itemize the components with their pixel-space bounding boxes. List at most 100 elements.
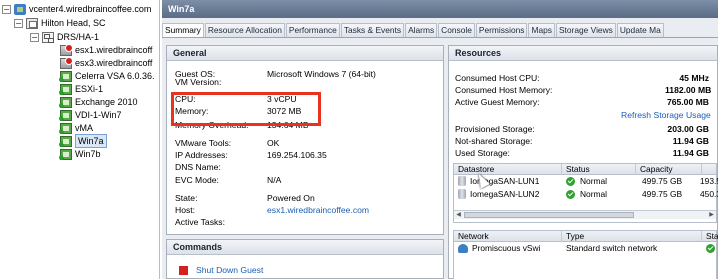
tree-node-vm[interactable]: Win7b	[59, 148, 101, 160]
datastore-capacity: 499.75 GB	[642, 176, 683, 186]
tab-update-manager[interactable]: Update Ma	[616, 23, 664, 37]
vmware-tools-value: OK	[267, 138, 280, 148]
vcenter-icon	[14, 3, 26, 15]
tree-label[interactable]: Exchange 2010	[75, 96, 138, 108]
datastore-status: Normal	[580, 189, 607, 199]
inventory-tree[interactable]: − vcenter4.wiredbraincoffee.com − Hilton…	[0, 0, 160, 279]
tab-resource-allocation[interactable]: Resource Allocation	[204, 23, 285, 37]
tab-tasks-events[interactable]: Tasks & Events	[340, 23, 405, 37]
tree-label[interactable]: vcenter4.wiredbraincoffee.com	[29, 3, 151, 15]
consumed-memory-label: Consumed Host Memory:	[455, 85, 553, 95]
ip-addresses-value: 169.254.106.35	[267, 150, 327, 160]
not-shared-storage-row: Not-shared Storage: 11.94 GB	[455, 136, 709, 147]
tree-label[interactable]: Celerra VSA 6.0.36.	[75, 70, 155, 82]
tree-node-vm[interactable]: ESXi-1	[59, 83, 103, 95]
used-storage-label: Used Storage:	[455, 148, 510, 158]
tree-node-vcenter[interactable]: − vcenter4.wiredbraincoffee.com	[2, 3, 151, 15]
cpu-memory-highlight-box	[171, 92, 321, 126]
host-warning-icon	[60, 56, 73, 69]
tree-label[interactable]: Win7a	[75, 134, 107, 148]
commands-heading: Commands	[167, 240, 443, 255]
tree-label[interactable]: Hilton Head, SC	[41, 17, 106, 29]
tree-node-host[interactable]: esx3.wiredbraincoff	[60, 56, 152, 69]
state-label: State:	[175, 193, 198, 203]
active-guest-memory-row: Active Guest Memory: 765.00 MB	[455, 97, 709, 108]
table-row[interactable]: IomegaSAN-LUN1 Normal 499.75 GB 193.5	[454, 175, 718, 188]
scroll-right-icon[interactable]: ▶	[707, 211, 716, 219]
consumed-cpu-value: 45 MHz	[679, 73, 709, 83]
network-icon	[458, 244, 468, 253]
column-header-datastore[interactable]: Datastore	[454, 164, 562, 175]
tree-node-vm[interactable]: Exchange 2010	[59, 96, 138, 108]
active-guest-memory-label: Active Guest Memory:	[455, 97, 540, 107]
tree-node-vm-selected[interactable]: Win7a	[59, 134, 107, 148]
column-header-free[interactable]	[702, 164, 718, 175]
stop-icon	[179, 265, 188, 275]
column-header-capacity[interactable]: Capacity	[636, 164, 702, 175]
host-row: Host: esx1.wiredbraincoffee.com	[175, 204, 369, 216]
datastore-status: Normal	[580, 176, 607, 186]
resources-panel: Resources Consumed Host CPU: 45 MHz Cons…	[448, 45, 718, 279]
tree-label[interactable]: VDI-1-Win7	[75, 109, 122, 121]
tree-node-vm[interactable]: Celerra VSA 6.0.36.	[59, 70, 155, 82]
shut-down-guest-label[interactable]: Shut Down Guest	[196, 265, 263, 275]
tab-permissions[interactable]: Permissions	[475, 23, 528, 37]
tree-label[interactable]: DRS/HA-1	[57, 31, 99, 43]
general-heading: General	[167, 46, 443, 61]
status-ok-icon	[566, 177, 575, 186]
used-storage-row: Used Storage: 11.94 GB	[455, 148, 709, 159]
consumed-cpu-row: Consumed Host CPU: 45 MHz	[455, 73, 709, 84]
vm-title-bar: Win7a	[162, 0, 718, 18]
collapse-icon[interactable]: −	[14, 18, 23, 28]
table-row[interactable]: Promiscuous vSwi Standard switch network	[454, 242, 716, 255]
tree-node-vm[interactable]: VDI-1-Win7	[59, 109, 122, 121]
column-header-status[interactable]: Status	[562, 164, 636, 175]
host-link[interactable]: esx1.wiredbraincoffee.com	[267, 204, 369, 216]
dns-name-row: DNS Name:	[175, 161, 221, 173]
column-header-type[interactable]: Type	[562, 231, 702, 242]
table-row[interactable]: IomegaSAN-LUN2 Normal 499.75 GB 450.3	[454, 188, 718, 201]
datastore-table-header: Datastore Status Capacity	[454, 164, 716, 175]
vm-powered-on-icon	[59, 122, 72, 134]
tab-summary[interactable]: Summary	[162, 23, 204, 37]
tree-node-vm[interactable]: vMA	[59, 122, 93, 134]
tree-label[interactable]: esx3.wiredbraincoff	[75, 57, 152, 69]
consumed-memory-value: 1182.00 MB	[665, 85, 712, 95]
tree-label[interactable]: ESXi-1	[75, 83, 103, 95]
tree-label[interactable]: esx1.wiredbraincoff	[75, 44, 152, 56]
consumed-memory-row: Consumed Host Memory: 1182.00 MB	[455, 85, 711, 96]
general-panel: General Guest OS: Microsoft Windows 7 (6…	[166, 45, 444, 235]
column-header-network[interactable]: Network	[454, 231, 562, 242]
datastore-capacity: 499.75 GB	[642, 189, 683, 199]
tab-maps[interactable]: Maps	[528, 23, 555, 37]
datastore-name: IomegaSAN-LUN2	[470, 189, 540, 199]
shut-down-guest-command[interactable]: Shut Down Guest	[179, 265, 263, 275]
datastore-horizontal-scrollbar[interactable]: ◀ ▶	[454, 210, 716, 219]
tab-console[interactable]: Console	[438, 23, 475, 37]
tree-node-host[interactable]: esx1.wiredbraincoff	[60, 43, 152, 56]
vm-summary-pane: Win7a Summary Resource Allocation Perfor…	[162, 0, 718, 279]
column-header-status[interactable]: Status	[702, 231, 718, 242]
consumed-cpu-label: Consumed Host CPU:	[455, 73, 540, 83]
vm-version-row: VM Version: 7	[175, 78, 221, 86]
guest-os-value: Microsoft Windows 7 (64-bit)	[267, 69, 376, 79]
tab-performance[interactable]: Performance	[285, 23, 340, 37]
tree-node-datacenter[interactable]: − Hilton Head, SC	[14, 17, 106, 29]
vm-powered-on-icon	[59, 109, 72, 121]
provisioned-storage-value: 203.00 GB	[667, 124, 709, 134]
scroll-thumb[interactable]	[464, 212, 634, 218]
tree-label[interactable]: vMA	[75, 122, 93, 134]
refresh-storage-usage-link[interactable]: Refresh Storage Usage	[621, 110, 711, 121]
network-type: Standard switch network	[566, 243, 658, 253]
tab-storage-views[interactable]: Storage Views	[555, 23, 616, 37]
tree-node-cluster[interactable]: − DRS/HA-1	[30, 31, 99, 43]
collapse-icon[interactable]: −	[30, 32, 39, 42]
tab-alarms[interactable]: Alarms	[405, 23, 438, 37]
status-ok-icon	[706, 244, 715, 253]
evc-mode-label: EVC Mode:	[175, 175, 219, 185]
scroll-left-icon[interactable]: ◀	[454, 211, 463, 219]
host-warning-icon	[60, 43, 73, 56]
datacenter-icon	[26, 17, 38, 29]
collapse-icon[interactable]: −	[2, 4, 11, 14]
tree-label[interactable]: Win7b	[75, 148, 101, 160]
